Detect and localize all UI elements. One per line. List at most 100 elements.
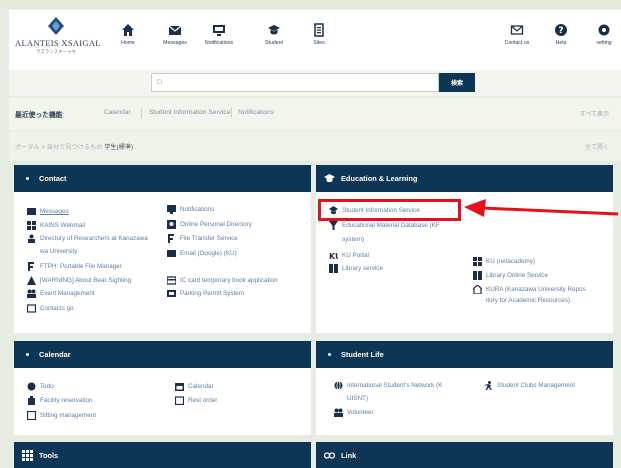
university-logo[interactable]: ALANTEIS XSAIGAL ラズランスキーャキ bbox=[15, 16, 101, 60]
link-ku-portal[interactable]: KU KU Portal bbox=[329, 251, 369, 260]
link-volunteer[interactable]: Volunteer bbox=[334, 408, 374, 417]
link-educational-material-database-label-cont: system) bbox=[342, 236, 365, 243]
student-life-panel-header[interactable]: Student Life bbox=[316, 341, 613, 368]
nav-home[interactable]: Home bbox=[108, 23, 148, 46]
link-email-google[interactable]: Email (Google) (KU) bbox=[167, 249, 237, 258]
nav-messages[interactable]: Messages bbox=[155, 23, 195, 46]
contact-panel-header[interactable]: Contact bbox=[14, 165, 311, 192]
link-student-clubs-management-label: Student Clubs Management bbox=[497, 382, 576, 389]
nav-setting-label: setting bbox=[596, 40, 612, 46]
nav-messages-label: Messages bbox=[163, 40, 187, 46]
recently-used-title: 最近使った機能 bbox=[15, 112, 63, 119]
envelope-icon bbox=[27, 208, 36, 215]
clock-icon bbox=[27, 382, 36, 391]
link-file-transfer-service[interactable]: File Transfer Service bbox=[168, 234, 238, 243]
recent-link-calendar[interactable]: Calendar bbox=[104, 109, 131, 116]
grid-icon bbox=[22, 450, 33, 461]
link-rest-order-label: Rest order bbox=[188, 397, 218, 404]
link-bear-sighting[interactable]: [WARNING] About Bear Sighting bbox=[27, 276, 132, 285]
warning-icon bbox=[27, 276, 36, 285]
link-international-students-network-label-cont: UISNT) bbox=[347, 395, 368, 402]
link-directory-researchers[interactable]: Directory of Researchers at Kanazawa bbox=[28, 234, 180, 243]
recent-link-student-information-service[interactable]: Student Information Service bbox=[149, 109, 230, 116]
link-international-students-network[interactable]: International Student's Network (K bbox=[334, 381, 487, 390]
link-panel-title: Link bbox=[341, 451, 357, 460]
link-ic-card[interactable]: IC card temporary book application bbox=[167, 276, 278, 285]
svg-text:KU: KU bbox=[329, 252, 338, 260]
link-todo[interactable]: Todo bbox=[27, 382, 54, 391]
link-sitting-management[interactable]: Sitting management bbox=[27, 411, 97, 420]
link-kura-repository[interactable]: KURA (Kanazawa University Repos bbox=[473, 285, 611, 294]
search-button[interactable]: 検索 bbox=[439, 73, 475, 92]
link-library-online-service-label: Library Online Service bbox=[486, 272, 548, 279]
calendar-panel-header[interactable]: Calendar bbox=[14, 341, 311, 368]
link-directory-researchers-cont[interactable]: wa University bbox=[40, 247, 77, 256]
nav-sites[interactable]: Sites bbox=[299, 23, 339, 46]
link-facility-reservation-label: Facility reservation bbox=[40, 397, 93, 404]
library-icon bbox=[329, 264, 338, 273]
link-event-management[interactable]: Event Management bbox=[27, 289, 95, 298]
monitor-icon bbox=[213, 25, 225, 36]
link-student-clubs-management[interactable]: Student Clubs Management bbox=[484, 381, 576, 390]
library-icon bbox=[473, 271, 482, 280]
link-notifications[interactable]: Notifications bbox=[167, 205, 214, 214]
card-icon bbox=[167, 276, 176, 285]
link-contacts-go-label: Contacts go bbox=[40, 305, 74, 312]
search-bar: 検索 bbox=[9, 70, 621, 96]
monitor-icon bbox=[167, 205, 176, 214]
nav-help[interactable]: ? Help bbox=[541, 23, 581, 46]
link-sitting-management-label: Sitting management bbox=[40, 412, 97, 419]
nav-contact-us[interactable]: Contact us bbox=[497, 23, 537, 46]
link-facility-reservation[interactable]: Facility reservation bbox=[28, 396, 93, 405]
link-educational-material-database-cont[interactable]: system) bbox=[342, 235, 364, 244]
link-event-management-label: Event Management bbox=[40, 290, 95, 297]
checkbox-icon bbox=[27, 411, 36, 420]
link-library-service[interactable]: Library service bbox=[329, 264, 383, 273]
link-ku-netacademy[interactable]: KU (netacademy) bbox=[473, 257, 535, 266]
link-parking-permit[interactable]: Parking Permit System bbox=[167, 289, 244, 298]
nav-home-label: Home bbox=[121, 40, 135, 46]
breadcrumb-prefix: ポータル > 自分で見つけるもの bbox=[15, 144, 103, 151]
calendar-panel: Calendar Todo Facility reservation Sitti… bbox=[14, 341, 311, 435]
education-panel-header[interactable]: Education & Learning bbox=[316, 165, 613, 192]
student-life-panel: Student Life International Student's Net… bbox=[316, 341, 613, 435]
logo-emblem-icon bbox=[48, 17, 64, 35]
link-panel-header[interactable]: Link bbox=[316, 442, 613, 468]
link-kura-repository-cont[interactable]: itory for Academic Resources) bbox=[486, 296, 570, 305]
nav-student[interactable]: Student bbox=[254, 23, 294, 46]
link-calendar[interactable]: Calendar bbox=[175, 382, 214, 391]
link-messages[interactable]: Messages bbox=[27, 207, 69, 216]
nav-setting[interactable]: setting bbox=[584, 23, 621, 46]
student-life-panel-title: Student Life bbox=[341, 350, 384, 359]
link-rest-order[interactable]: Rest order bbox=[175, 396, 218, 405]
tools-panel-header[interactable]: Tools bbox=[14, 442, 311, 468]
link-ftph[interactable]: FTPH: Portable File Manager bbox=[28, 262, 122, 271]
link-contacts-go[interactable]: Contacts go bbox=[27, 304, 74, 313]
link-library-online-service[interactable]: Library Online Service bbox=[473, 271, 548, 280]
calendar-panel-title: Calendar bbox=[39, 350, 71, 359]
nav-notifications[interactable]: Notifications bbox=[199, 23, 239, 46]
recent-link-notifications[interactable]: Notifications bbox=[238, 109, 274, 116]
search-input[interactable] bbox=[151, 73, 439, 92]
link-online-personal-directory[interactable]: Online Personal Directory bbox=[167, 220, 252, 229]
link-educational-material-database-label: Educational Material Database (KF bbox=[342, 222, 440, 229]
show-all-link[interactable]: すべて表示 bbox=[580, 109, 609, 118]
education-panel-title: Education & Learning bbox=[341, 174, 418, 183]
link-bear-sighting-label: [WARNING] About Bear Sighting bbox=[40, 277, 132, 284]
link-calendar-label: Calendar bbox=[188, 383, 214, 390]
logo-text: ALANTEIS XSAIGAL bbox=[15, 38, 101, 48]
people-icon bbox=[334, 408, 343, 417]
mail-outline-icon bbox=[27, 304, 36, 313]
nav-help-label: Help bbox=[555, 40, 567, 46]
link-educational-material-database[interactable]: Educational Material Database (KF bbox=[329, 221, 472, 230]
list-icon bbox=[314, 23, 324, 37]
link-international-students-network-cont[interactable]: UISNT) bbox=[347, 394, 368, 403]
link-ku-netacademy-label: KU (netacademy) bbox=[486, 258, 535, 265]
link-kains-webmail[interactable]: KAINS Webmail bbox=[27, 221, 85, 230]
breadcrumb-path[interactable]: ポータル > 自分で見つけるもの 学生(標準) bbox=[15, 142, 133, 151]
envelope-icon bbox=[167, 250, 176, 257]
contact-panel: Contact Messages KAINS Webmail Directory… bbox=[14, 165, 311, 333]
repository-icon bbox=[473, 285, 482, 294]
expand-all-link[interactable]: 全て開く bbox=[585, 142, 609, 151]
nav-sites-label: Sites bbox=[313, 40, 325, 46]
